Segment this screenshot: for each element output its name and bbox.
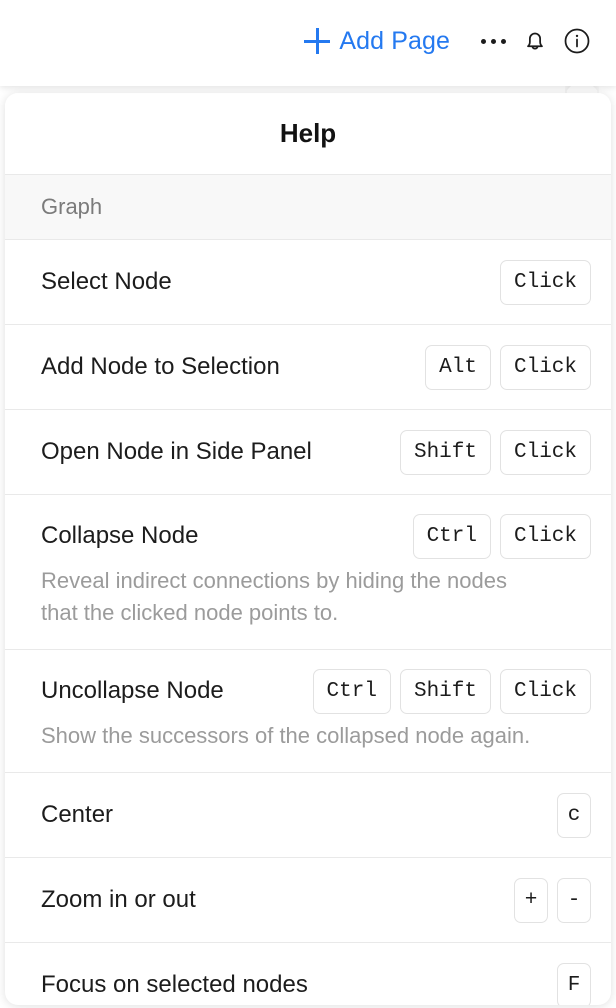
key-badge: Alt — [425, 344, 491, 390]
key-badge: Shift — [399, 668, 491, 714]
key-badge: - — [557, 877, 591, 923]
shortcut-row: Zoom in or out + - — [5, 858, 611, 944]
shortcut-label: Add Node to Selection — [41, 353, 280, 380]
shortcut-row-main: Uncollapse Node Ctrl Shift Click — [41, 650, 611, 720]
help-popover: Help Graph Select Node Click Add Node to S… — [5, 93, 611, 1005]
shortcut-list: Select Node Click Add Node to Selection Alt… — [5, 240, 611, 1005]
key-badge: Click — [499, 259, 591, 305]
key-badge: + — [514, 877, 548, 923]
shortcut-keys: + - — [514, 877, 591, 923]
shortcut-label: Zoom in or out — [41, 886, 196, 914]
info-circle-icon — [564, 28, 590, 54]
key-badge: Click — [499, 429, 591, 475]
section-header-graph: Graph — [5, 175, 611, 240]
shortcut-row-main: Select Node Click — [41, 240, 611, 324]
shortcut-row-main: Zoom in or out + - — [41, 858, 611, 942]
more-horizontal-icon — [480, 38, 506, 44]
notifications-button[interactable] — [514, 20, 556, 62]
key-badge: Click — [499, 344, 591, 390]
shortcut-row: Open Node in Side Panel Shift Click — [5, 410, 611, 495]
shortcut-row-main: Open Node in Side Panel Shift Click — [41, 410, 611, 494]
key-badge: F — [557, 962, 591, 1005]
shortcut-keys: Alt Click — [425, 344, 591, 390]
popover-title: Help — [5, 93, 611, 175]
add-page-label: Add Page — [339, 26, 450, 55]
top-toolbar: Add Page — [0, 0, 616, 82]
info-button[interactable] — [556, 20, 598, 62]
more-options-button[interactable] — [472, 20, 514, 62]
shortcut-row: Uncollapse Node Ctrl Shift Click Show the su… — [5, 650, 611, 774]
key-badge: Click — [499, 513, 591, 559]
shortcut-row-main: Add Node to Selection Alt Click — [41, 325, 611, 409]
shortcut-label: Focus on selected nodes — [41, 971, 308, 999]
key-badge: c — [557, 792, 591, 838]
shortcut-label: Select Node — [41, 268, 172, 295]
shortcut-keys: Ctrl Click — [412, 513, 591, 559]
key-badge: Shift — [399, 429, 491, 475]
plus-icon — [304, 28, 331, 54]
shortcut-label: Collapse Node — [41, 522, 199, 549]
shortcut-row: Select Node Click — [5, 240, 611, 325]
shortcut-keys: Ctrl Shift Click — [312, 668, 591, 714]
key-badge: Ctrl — [412, 513, 491, 559]
shortcut-row-main: Focus on selected nodes F — [41, 943, 611, 1005]
shortcut-row: Add Node to Selection Alt Click — [5, 325, 611, 410]
shortcut-label: Uncollapse Node — [41, 677, 224, 705]
shortcut-keys: F — [557, 962, 591, 1005]
shortcut-keys: c — [557, 792, 591, 838]
key-badge: Ctrl — [312, 668, 391, 714]
shortcut-row: Focus on selected nodes F — [5, 943, 611, 1005]
shortcut-description: Show the successors of the collapsed nod… — [41, 723, 531, 749]
bell-icon — [527, 32, 543, 50]
shortcut-row-main: Center c — [41, 773, 611, 857]
key-badge: Click — [499, 668, 591, 714]
shortcut-row: Center c — [5, 773, 611, 859]
shortcut-keys: Shift Click — [399, 429, 591, 475]
shortcut-row-main: Collapse Node Ctrl Click — [41, 495, 611, 565]
shortcut-label: Open Node in Side Panel — [41, 438, 312, 465]
shortcut-keys: Click — [499, 259, 591, 305]
shortcut-label: Center — [41, 801, 114, 829]
add-page-button[interactable]: Add Page — [304, 27, 450, 56]
shortcut-row: Collapse Node Ctrl Click Reveal indirect co… — [5, 495, 611, 651]
shortcut-description: Reveal indirect connections by hiding th… — [41, 568, 507, 626]
